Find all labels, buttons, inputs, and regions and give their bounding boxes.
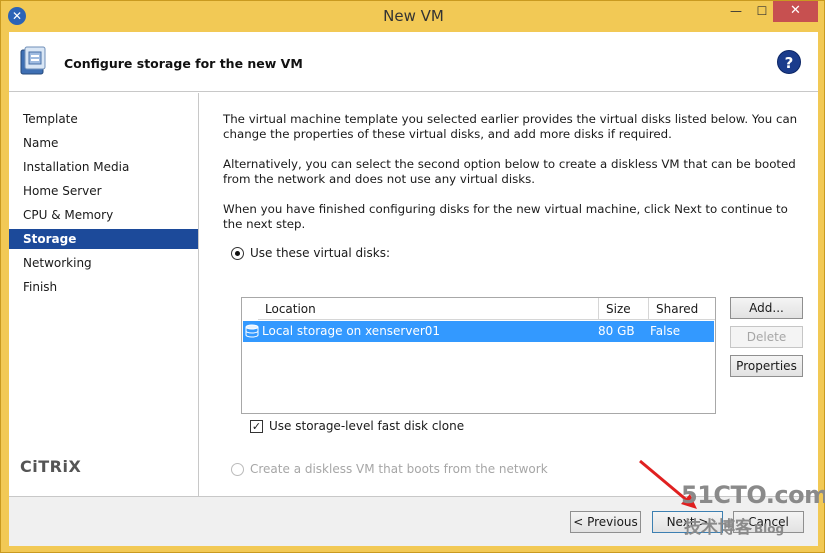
column-header-size[interactable]: Size (599, 298, 649, 320)
title-bar: ✕ New VM — ☐ ✕ (1, 1, 825, 31)
step-name[interactable]: Name (9, 133, 198, 153)
fast-disk-clone-checkbox[interactable]: ✓ (250, 420, 263, 433)
diskless-explanation: Alternatively, you can select the second… (223, 157, 796, 186)
close-button[interactable]: ✕ (773, 1, 818, 22)
add-disk-button[interactable]: Add... (730, 297, 803, 319)
disk-shared: False (650, 324, 681, 338)
next-step-text: When you have finished configuring disks… (223, 202, 788, 231)
step-template[interactable]: Template (9, 109, 198, 129)
wizard-step-list: Template Name Installation Media Home Se… (9, 93, 199, 496)
diskless-vm-radio[interactable] (231, 463, 244, 476)
minimize-button[interactable]: — (723, 1, 749, 22)
window-title: New VM (383, 7, 444, 25)
delete-disk-button[interactable]: Delete (730, 326, 803, 348)
disk-size: 80 GB (598, 324, 635, 338)
use-virtual-disks-radio[interactable] (231, 247, 244, 260)
column-header-location[interactable]: Location (258, 298, 599, 320)
step-home-server[interactable]: Home Server (9, 181, 198, 201)
wizard-header: Configure storage for the new VM ? (9, 32, 818, 92)
disk-icon (245, 324, 259, 338)
watermark-51cto: 51CTO.com (681, 481, 825, 509)
disk-properties-button[interactable]: Properties (730, 355, 803, 377)
step-finish[interactable]: Finish (9, 277, 198, 297)
fast-disk-clone-label[interactable]: Use storage-level fast disk clone (269, 419, 464, 433)
virtual-disks-table[interactable]: Location Size Shared Local storage on xe… (241, 297, 716, 414)
watermark-blog: 技术博客 Blog (684, 513, 784, 538)
disk-location: Local storage on xenserver01 (262, 324, 441, 338)
column-header-shared[interactable]: Shared (649, 298, 715, 320)
table-row[interactable]: Local storage on xenserver01 80 GB False (243, 321, 714, 342)
storage-page: The virtual machine template you selecte… (200, 93, 818, 496)
step-installation-media[interactable]: Installation Media (9, 157, 198, 177)
maximize-button[interactable]: ☐ (749, 1, 775, 22)
step-storage[interactable]: Storage (9, 229, 198, 249)
storage-page-icon (20, 46, 46, 75)
watermark-blog-text: 技术博客 (684, 518, 752, 538)
step-cpu-memory[interactable]: CPU & Memory (9, 205, 198, 225)
help-icon[interactable]: ? (777, 50, 801, 74)
diskless-vm-label[interactable]: Create a diskless VM that boots from the… (250, 462, 548, 476)
intro-text: The virtual machine template you selecte… (223, 112, 798, 141)
step-networking[interactable]: Networking (9, 253, 198, 273)
watermark-blog-suffix: Blog (754, 522, 785, 536)
citrix-logo: CiTRiX (20, 457, 82, 476)
page-title: Configure storage for the new VM (64, 56, 303, 71)
new-vm-window: ✕ New VM — ☐ ✕ Configure storage for the… (0, 0, 825, 553)
use-virtual-disks-label[interactable]: Use these virtual disks: (250, 246, 390, 260)
